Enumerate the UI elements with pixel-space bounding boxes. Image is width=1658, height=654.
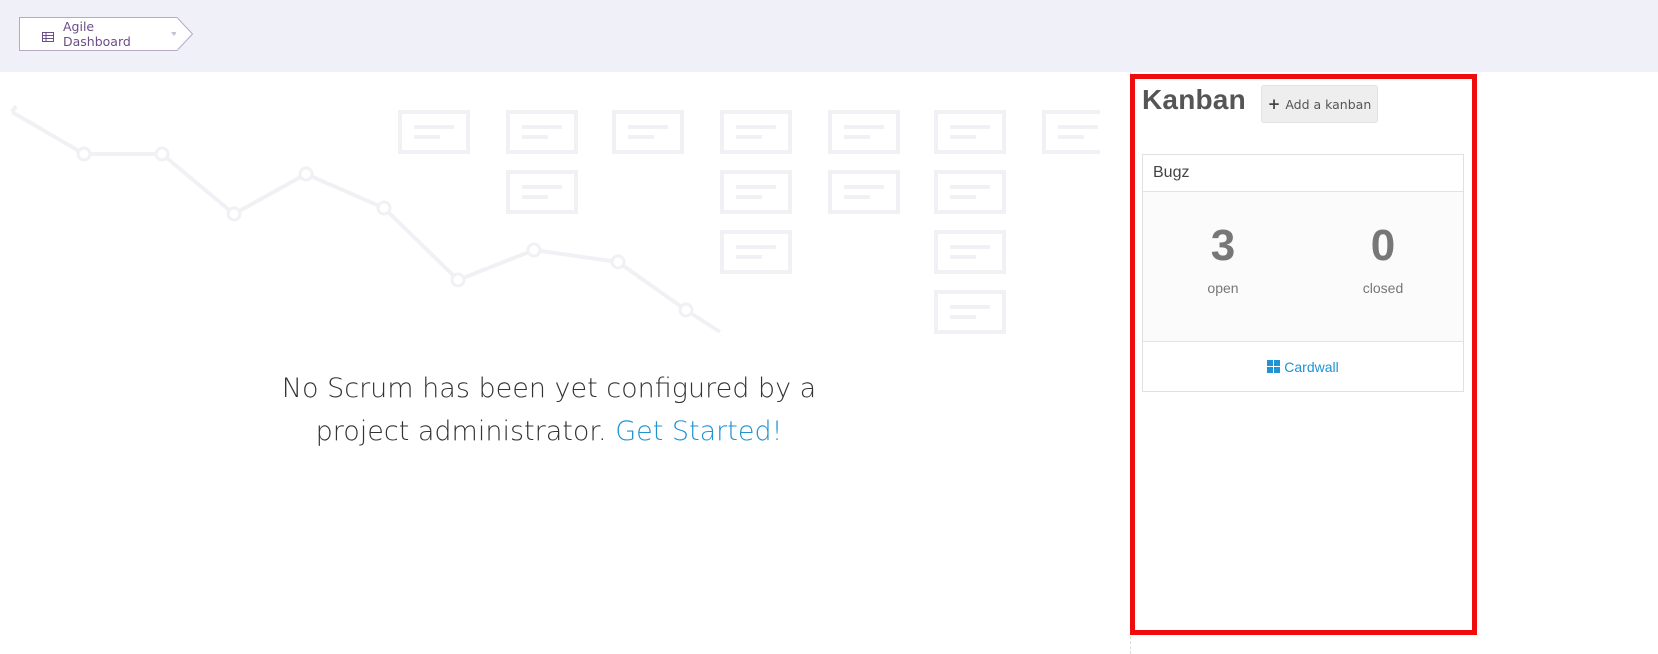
cardwall-link[interactable]: Cardwall bbox=[1143, 342, 1463, 391]
scrum-message-line-1: No Scrum has been yet configured by a bbox=[281, 373, 817, 404]
plus-icon: + bbox=[1267, 95, 1281, 113]
add-kanban-label: Add a kanban bbox=[1285, 96, 1372, 112]
empty-state-illustration bbox=[10, 104, 1100, 334]
scrum-message-line-2: project administrator. bbox=[315, 416, 607, 447]
open-label: open bbox=[1207, 280, 1239, 296]
closed-stat: 0 closed bbox=[1323, 220, 1443, 296]
kanban-card-stats: 3 open 0 closed bbox=[1143, 192, 1463, 342]
table-icon bbox=[42, 29, 54, 42]
breadcrumb-arrow bbox=[176, 17, 194, 51]
closed-label: closed bbox=[1362, 280, 1404, 296]
kanban-title: Kanban bbox=[1142, 84, 1246, 115]
kanban-card-title: Bugz bbox=[1143, 155, 1463, 192]
get-started-link[interactable]: Get Started! bbox=[615, 416, 782, 447]
scrum-empty-message: No Scrum has been yet configured by a pr… bbox=[0, 367, 1098, 453]
open-stat: 3 open bbox=[1163, 220, 1283, 296]
cardwall-label: Cardwall bbox=[1284, 358, 1339, 375]
add-kanban-button[interactable]: + Add a kanban bbox=[1261, 85, 1378, 123]
grid-icon bbox=[1267, 360, 1281, 373]
top-bar bbox=[0, 0, 1658, 72]
open-count: 3 bbox=[1210, 221, 1236, 270]
kanban-card: Bugz 3 open 0 closed Cardwall bbox=[1142, 154, 1464, 392]
breadcrumb-item-agile-dashboard[interactable]: Agile Dashboard bbox=[19, 17, 177, 51]
breadcrumb-label: Agile Dashboard bbox=[63, 19, 131, 49]
closed-count: 0 bbox=[1370, 221, 1396, 270]
